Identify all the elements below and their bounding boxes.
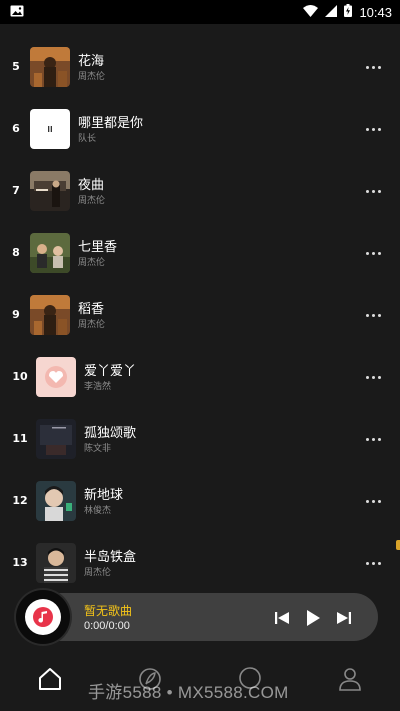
song-title: 新地球 — [84, 488, 124, 503]
song-artist: 林俊杰 — [84, 506, 112, 516]
more-options-icon[interactable] — [358, 551, 388, 575]
music-note-icon — [25, 599, 61, 635]
play-icon[interactable] — [301, 606, 325, 630]
album-cover — [30, 109, 70, 149]
status-bar: 10:43 — [0, 0, 400, 24]
song-title: 夜曲 — [78, 178, 105, 193]
song-rank: 11 — [12, 432, 28, 445]
song-row[interactable]: 11 孤独颂歌 陈文非 — [0, 417, 400, 479]
song-row[interactable]: 7 夜曲 周杰伦 — [0, 169, 400, 231]
more-options-icon[interactable] — [358, 55, 388, 79]
song-title: 花海 — [78, 54, 105, 69]
album-cover — [30, 171, 70, 211]
song-artist: 周杰伦 — [78, 72, 106, 82]
home-icon[interactable] — [36, 665, 64, 693]
song-artist: 陈文非 — [84, 444, 112, 454]
song-row[interactable]: 6 哪里都是你 队长 — [0, 107, 400, 169]
song-row[interactable]: 12 新地球 林俊杰 — [0, 479, 400, 541]
song-title: 七里香 — [78, 240, 118, 255]
previous-icon[interactable] — [270, 606, 294, 630]
song-row[interactable]: 5 花海 周杰伦 — [0, 45, 400, 107]
album-cover — [36, 543, 76, 583]
signal-icon — [325, 4, 338, 20]
scroll-edge-marker — [396, 540, 400, 550]
song-row[interactable]: 10 爱丫爱丫 李浩然 — [0, 355, 400, 417]
album-cover — [36, 419, 76, 459]
album-cover — [36, 481, 76, 521]
more-options-icon[interactable] — [358, 241, 388, 265]
song-artist: 周杰伦 — [78, 320, 106, 330]
album-cover — [30, 47, 70, 87]
wifi-icon — [303, 4, 319, 20]
watermark: 手游5588 • MX5588.COM — [88, 683, 289, 702]
song-rank: 13 — [12, 556, 28, 569]
song-artist: 周杰伦 — [78, 196, 106, 206]
image-icon — [10, 5, 24, 20]
song-row[interactable]: 13 半岛铁盒 周杰伦 — [0, 541, 400, 589]
song-row[interactable]: 9 稻香 周杰伦 — [0, 293, 400, 355]
player-time: 0:00/0:00 — [84, 620, 130, 632]
more-options-icon[interactable] — [358, 179, 388, 203]
user-icon[interactable] — [336, 665, 364, 693]
album-cover — [30, 233, 70, 273]
next-icon[interactable] — [332, 606, 356, 630]
song-title: 半岛铁盒 — [84, 550, 137, 565]
song-rank: 8 — [12, 246, 20, 259]
song-rank: 12 — [12, 494, 28, 507]
song-title: 稻香 — [78, 302, 105, 317]
song-list[interactable]: 5 花海 周杰伦 6 哪里都是你 队长 7 夜曲 周杰伦 8 七里香 周杰伦 9… — [0, 24, 400, 589]
song-artist: 周杰伦 — [84, 568, 112, 578]
song-artist: 队长 — [78, 134, 97, 144]
album-cover — [30, 295, 70, 335]
song-rank: 6 — [12, 122, 20, 135]
song-artist: 周杰伦 — [78, 258, 106, 268]
song-title: 孤独颂歌 — [84, 426, 137, 441]
more-options-icon[interactable] — [358, 365, 388, 389]
more-options-icon[interactable] — [358, 427, 388, 451]
more-options-icon[interactable] — [358, 303, 388, 327]
song-title: 哪里都是你 — [78, 116, 144, 131]
more-options-icon[interactable] — [358, 117, 388, 141]
status-time: 10:43 — [359, 4, 392, 20]
song-row[interactable]: 8 七里香 周杰伦 — [0, 231, 400, 293]
song-rank: 9 — [12, 308, 20, 321]
album-disc[interactable] — [16, 590, 70, 644]
song-rank: 5 — [12, 60, 20, 73]
more-options-icon[interactable] — [358, 489, 388, 513]
player-song-title: 暂无歌曲 — [84, 604, 133, 618]
battery-charging-icon — [344, 4, 353, 20]
song-artist: 李浩然 — [84, 382, 112, 392]
song-rank: 10 — [12, 370, 28, 383]
album-cover — [36, 357, 76, 397]
song-rank: 7 — [12, 184, 20, 197]
song-title: 爱丫爱丫 — [84, 364, 137, 379]
